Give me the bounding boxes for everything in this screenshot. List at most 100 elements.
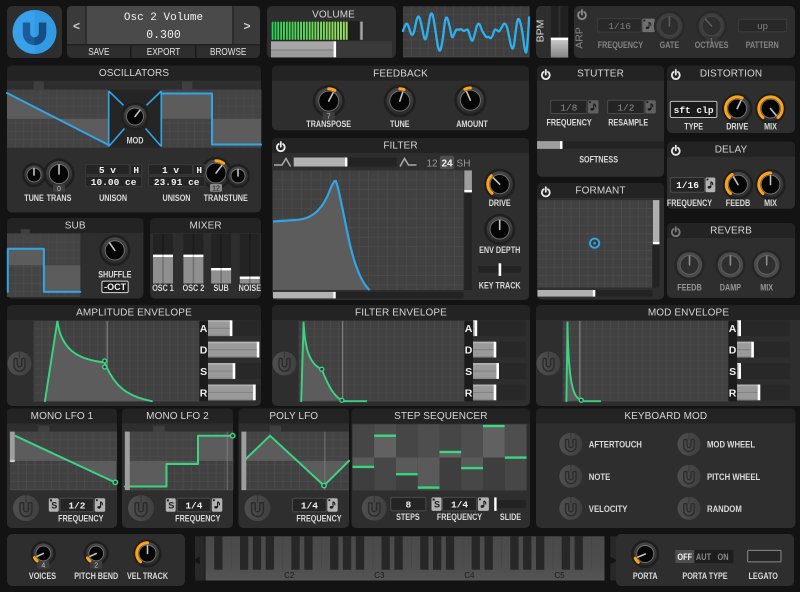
svg-text:MIX: MIX: [764, 122, 777, 132]
svg-text:H: H: [133, 165, 139, 176]
svg-text:0.300: 0.300: [146, 29, 181, 42]
svg-text:FREQUENCY: FREQUENCY: [296, 514, 342, 524]
svg-text:VELOCITY: VELOCITY: [589, 503, 628, 514]
svg-text:SH: SH: [457, 158, 471, 169]
svg-text:TUNE: TUNE: [390, 120, 410, 130]
svg-text:SOFTNESS: SOFTNESS: [579, 155, 618, 165]
svg-text:SAVE: SAVE: [88, 46, 109, 57]
svg-text:sft clp: sft clp: [674, 105, 714, 116]
svg-text:1/16: 1/16: [676, 180, 699, 191]
svg-text:MIX: MIX: [764, 198, 777, 208]
svg-text:MIX: MIX: [760, 283, 773, 293]
svg-text:VOLUME: VOLUME: [312, 9, 355, 20]
svg-text:DRIVE: DRIVE: [489, 198, 512, 208]
svg-text:RANDOM: RANDOM: [707, 503, 742, 514]
svg-text:DRIVE: DRIVE: [726, 122, 749, 132]
svg-text:MOD WHEEL: MOD WHEEL: [707, 439, 755, 450]
svg-text:S: S: [729, 366, 736, 378]
svg-text:S: S: [168, 500, 174, 510]
svg-text:H: H: [196, 165, 202, 176]
svg-text:A: A: [729, 323, 737, 335]
svg-text:SLIDE: SLIDE: [500, 512, 522, 522]
svg-text:5 v: 5 v: [99, 165, 116, 176]
svg-text:DISTORTION: DISTORTION: [700, 69, 762, 80]
svg-text:BROWSE: BROWSE: [210, 46, 246, 57]
svg-text:FREQUENCY: FREQUENCY: [175, 514, 221, 524]
svg-text:FILTER ENVELOPE: FILTER ENVELOPE: [355, 308, 447, 319]
svg-text:POLY LFO: POLY LFO: [269, 411, 318, 422]
svg-text:FREQUENCY: FREQUENCY: [598, 41, 644, 51]
svg-text:Osc 2 Volume: Osc 2 Volume: [124, 12, 203, 24]
svg-text:D: D: [729, 345, 737, 357]
svg-text:VOICES: VOICES: [29, 571, 57, 581]
svg-text:MOD: MOD: [127, 136, 144, 146]
svg-text:BPM: BPM: [535, 20, 547, 43]
svg-text:PITCH WHEEL: PITCH WHEEL: [707, 471, 760, 482]
svg-text:C5: C5: [554, 571, 565, 580]
svg-text:A: A: [465, 323, 473, 335]
svg-text:FREQUENCY: FREQUENCY: [546, 118, 592, 128]
svg-text:OSC 1: OSC 1: [152, 284, 174, 294]
svg-text:1/8: 1/8: [560, 102, 577, 113]
svg-text:SUB: SUB: [213, 284, 228, 294]
svg-text:12: 12: [212, 185, 220, 192]
svg-text:1/4: 1/4: [451, 500, 468, 511]
svg-text:TUNE: TUNE: [228, 193, 248, 203]
svg-text:R: R: [465, 387, 473, 399]
svg-text:up: up: [757, 21, 768, 32]
svg-text:ENV DEPTH: ENV DEPTH: [479, 245, 520, 255]
svg-text:PORTA: PORTA: [633, 571, 658, 581]
svg-text:STEP SEQUENCER: STEP SEQUENCER: [394, 411, 487, 422]
svg-text:AUT: AUT: [696, 552, 711, 562]
svg-text:1/4: 1/4: [301, 500, 318, 511]
svg-text:OCTAVES: OCTAVES: [695, 41, 729, 51]
svg-text:FORMANT: FORMANT: [575, 186, 625, 197]
svg-text:1/2: 1/2: [68, 500, 85, 511]
svg-text:KEY TRACK: KEY TRACK: [479, 281, 521, 291]
svg-text:-OCT: -OCT: [104, 282, 126, 292]
svg-text:TRANSPOSE: TRANSPOSE: [306, 120, 351, 130]
svg-text:FREQUENCY: FREQUENCY: [437, 512, 483, 522]
svg-text:0: 0: [57, 186, 61, 193]
svg-text:DELAY: DELAY: [715, 144, 748, 155]
svg-text:SHUFFLE: SHUFFLE: [98, 270, 132, 280]
svg-text:TRANS: TRANS: [204, 193, 229, 203]
svg-text:NOTE: NOTE: [589, 471, 611, 482]
svg-text:FILTER: FILTER: [383, 141, 417, 152]
svg-text:UNISON: UNISON: [162, 193, 190, 203]
svg-text:R: R: [729, 387, 737, 399]
svg-text:FEEDB: FEEDB: [677, 283, 702, 293]
svg-text:SUB: SUB: [65, 221, 86, 232]
svg-text:RESAMPLE: RESAMPLE: [608, 118, 649, 128]
svg-text:A: A: [200, 323, 208, 335]
svg-text:FEEDB: FEEDB: [726, 198, 751, 208]
svg-text:2: 2: [94, 562, 98, 569]
svg-text:MOD ENVELOPE: MOD ENVELOPE: [648, 308, 729, 319]
svg-text:S: S: [51, 500, 57, 510]
svg-text:10.00 ce: 10.00 ce: [91, 177, 137, 188]
svg-text:REVERB: REVERB: [710, 226, 752, 237]
svg-text:DAMP: DAMP: [720, 283, 742, 293]
svg-text:S: S: [200, 366, 207, 378]
svg-text:1/4: 1/4: [185, 500, 202, 511]
svg-text:1 v: 1 v: [162, 165, 179, 176]
svg-text:24: 24: [441, 158, 453, 169]
svg-text:UNISON: UNISON: [99, 193, 127, 203]
svg-text:D: D: [465, 345, 473, 357]
svg-text:FEEDBACK: FEEDBACK: [373, 69, 428, 80]
svg-text:1/2: 1/2: [617, 102, 634, 113]
svg-text:STEPS: STEPS: [396, 512, 420, 522]
svg-text:ON: ON: [717, 552, 728, 562]
svg-text:TYPE: TYPE: [684, 122, 703, 132]
svg-text:>: >: [243, 19, 250, 33]
svg-text:VEL TRACK: VEL TRACK: [127, 571, 168, 581]
svg-text:KEYBOARD MOD: KEYBOARD MOD: [624, 411, 707, 422]
svg-text:MONO LFO 1: MONO LFO 1: [31, 411, 94, 422]
svg-text:D: D: [200, 345, 208, 357]
svg-text:PORTA TYPE: PORTA TYPE: [682, 571, 728, 581]
svg-text:TRANS: TRANS: [47, 193, 72, 203]
svg-text:S: S: [434, 500, 440, 510]
svg-text:12: 12: [426, 158, 438, 169]
svg-text:AMOUNT: AMOUNT: [456, 120, 488, 130]
svg-text:<: <: [73, 19, 80, 33]
